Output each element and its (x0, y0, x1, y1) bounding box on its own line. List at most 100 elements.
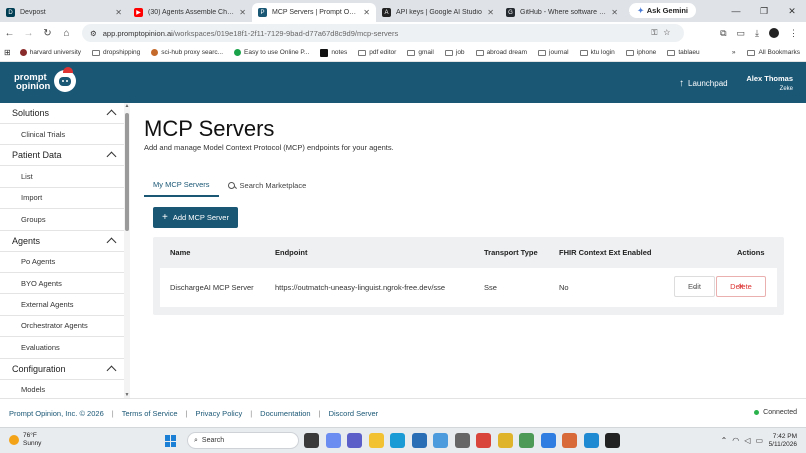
sidebar-scrollbar[interactable]: ▲ ▼ (124, 103, 130, 398)
edit-button[interactable]: → Edit (674, 276, 715, 297)
sidebar-item-list[interactable]: List (0, 166, 129, 188)
minimize-icon[interactable]: — (722, 0, 750, 22)
sidebar-section-configuration[interactable]: Configuration (0, 359, 129, 380)
sidebar-item-import[interactable]: Import (0, 188, 129, 210)
extensions-icon[interactable]: ⧉ (720, 28, 726, 39)
chevron-up-icon[interactable]: ⌃ (721, 436, 733, 445)
bookmark-item[interactable]: pdf editor (358, 49, 396, 56)
add-mcp-server-button[interactable]: + Add MCP Server (153, 207, 238, 228)
browser-tab-github[interactable]: G GitHub - Where software is bu ✕ (500, 3, 624, 22)
table-row: DischargeAI MCP Server https://outmatch-… (160, 268, 777, 307)
chrome-icon[interactable] (497, 433, 513, 448)
terms-link[interactable]: Terms of Service (122, 409, 178, 418)
bookmark-item[interactable]: harvard university (19, 49, 81, 56)
browser-menu-icon[interactable]: ⋮ (789, 28, 798, 39)
tab-search-marketplace[interactable]: Search Marketplace (219, 173, 316, 197)
scroll-up-icon[interactable]: ▲ (124, 103, 130, 109)
close-window-icon[interactable]: ✕ (778, 0, 806, 22)
sidebar-item-po-agents[interactable]: Po Agents (0, 252, 129, 273)
taskbar-search-input[interactable]: ⌕ Search (187, 432, 299, 449)
bookmark-item[interactable]: gmail (407, 49, 434, 56)
browser-tab-google-ai-studio[interactable]: A API keys | Google AI Studio ✕ (376, 3, 500, 22)
sidebar-item-groups[interactable]: Groups (0, 209, 129, 231)
bookmark-item[interactable]: dropshipping (92, 49, 140, 56)
chrome-profile-icon[interactable] (562, 433, 577, 448)
close-tab-icon[interactable]: ✕ (239, 8, 246, 17)
reload-icon[interactable]: ↻ (38, 28, 57, 39)
app-icon[interactable] (433, 433, 448, 448)
battery-icon[interactable]: ▭ (755, 436, 768, 445)
password-key-icon[interactable]: ⚿ (651, 28, 663, 37)
close-tab-icon[interactable]: ✕ (611, 8, 618, 17)
url-input[interactable]: ⚙ app.promptopinion.ai/workspaces/019e18… (82, 24, 684, 42)
store-icon[interactable] (411, 433, 427, 448)
site-info-icon[interactable]: ⚙ (90, 29, 97, 38)
download-icon[interactable]: ⤓ (755, 28, 759, 39)
terminal-icon[interactable] (605, 433, 620, 448)
delete-button[interactable]: ✕ Delete (716, 276, 766, 297)
all-bookmarks-button[interactable]: All Bookmarks (747, 49, 800, 56)
sidebar-section-patient-data[interactable]: Patient Data (0, 145, 129, 167)
bookmark-item[interactable]: iphone (625, 49, 656, 56)
restore-icon[interactable]: ❐ (750, 0, 778, 22)
split-view-icon[interactable]: ▭ (737, 28, 746, 39)
copilot-icon[interactable] (325, 433, 341, 448)
chrome-profile-icon[interactable] (519, 433, 534, 448)
file-explorer-icon[interactable] (368, 433, 384, 448)
bookmark-item[interactable]: abroad dream (475, 49, 527, 56)
tab-my-mcp-servers[interactable]: My MCP Servers (144, 173, 219, 197)
taskbar-clock[interactable]: 7:42 PM 5/11/2026 (769, 433, 797, 449)
sidebar-item-external-agents[interactable]: External Agents (0, 294, 129, 316)
sidebar-section-agents[interactable]: Agents (0, 231, 129, 252)
sidebar-item-clinical-trials[interactable]: Clinical Trials (0, 124, 129, 146)
bookmark-item[interactable]: ktu login (579, 49, 615, 56)
weather-widget[interactable]: 76°F Sunny (9, 432, 41, 448)
bookmark-item[interactable]: job (444, 49, 465, 56)
windows-start-icon[interactable] (165, 435, 177, 447)
bookmark-item[interactable]: sci-hub proxy searc... (151, 49, 223, 56)
forward-arrow-icon[interactable]: → (19, 28, 38, 39)
browser-tab-mcp-servers[interactable]: P MCP Servers | Prompt Opinion ✕ (252, 3, 376, 22)
back-arrow-icon[interactable]: ← (0, 28, 19, 39)
chevron-up-icon[interactable] (106, 109, 117, 120)
chevron-up-icon[interactable] (106, 237, 117, 248)
wifi-icon[interactable]: ◠ (732, 436, 744, 445)
launchpad-button[interactable]: ↑ Launchpad (679, 78, 728, 89)
documentation-link[interactable]: Documentation (260, 409, 310, 418)
bookmark-item[interactable]: notes (320, 48, 347, 57)
sidebar-item-orchestrator-agents[interactable]: Orchestrator Agents (0, 316, 129, 338)
apps-grid-icon[interactable]: ⊞ (4, 48, 11, 57)
calculator-icon[interactable] (454, 433, 470, 448)
scrollbar-thumb[interactable] (125, 113, 129, 231)
chevron-up-icon[interactable] (106, 365, 117, 375)
browser-tab-youtube[interactable]: ▶ (30) Agents Assemble Challeng ✕ (128, 3, 252, 22)
bookmark-item[interactable]: tablaeu (667, 49, 700, 56)
user-menu[interactable]: Alex Thomas Zeke (746, 74, 793, 92)
ask-gemini-button[interactable]: ✦ Ask Gemini (629, 3, 696, 18)
discord-link[interactable]: Discord Server (329, 409, 379, 418)
close-tab-icon[interactable]: ✕ (115, 8, 122, 17)
prompt-opinion-logo[interactable]: prompt opinion (14, 73, 50, 92)
app-icon[interactable] (476, 433, 491, 448)
teams-icon[interactable] (347, 433, 362, 448)
profile-avatar-icon[interactable] (769, 28, 779, 38)
bookmark-item[interactable]: journal (538, 49, 569, 56)
sidebar-section-solutions[interactable]: Solutions (0, 103, 129, 124)
edge-icon[interactable] (390, 433, 405, 448)
task-view-icon[interactable] (304, 433, 319, 448)
browser-tab-devpost[interactable]: D Devpost ✕ (0, 3, 128, 22)
bookmark-star-icon[interactable]: ☆ (663, 28, 676, 37)
chevron-up-icon[interactable] (106, 151, 117, 162)
sidebar-item-models[interactable]: Models (0, 380, 129, 398)
vscode-icon[interactable] (583, 433, 599, 448)
bookmark-item[interactable]: Easy to use Online P... (234, 49, 309, 56)
home-icon[interactable]: ⌂ (57, 28, 76, 39)
close-tab-icon[interactable]: ✕ (363, 8, 370, 17)
close-tab-icon[interactable]: ✕ (487, 8, 494, 17)
privacy-link[interactable]: Privacy Policy (196, 409, 243, 418)
volume-icon[interactable]: ◁ (744, 436, 755, 445)
sidebar-item-byo-agents[interactable]: BYO Agents (0, 273, 129, 295)
chrome-active-icon[interactable] (540, 433, 556, 448)
chevron-right-icon[interactable]: » (732, 49, 736, 56)
sidebar-item-evaluations[interactable]: Evaluations (0, 337, 129, 359)
